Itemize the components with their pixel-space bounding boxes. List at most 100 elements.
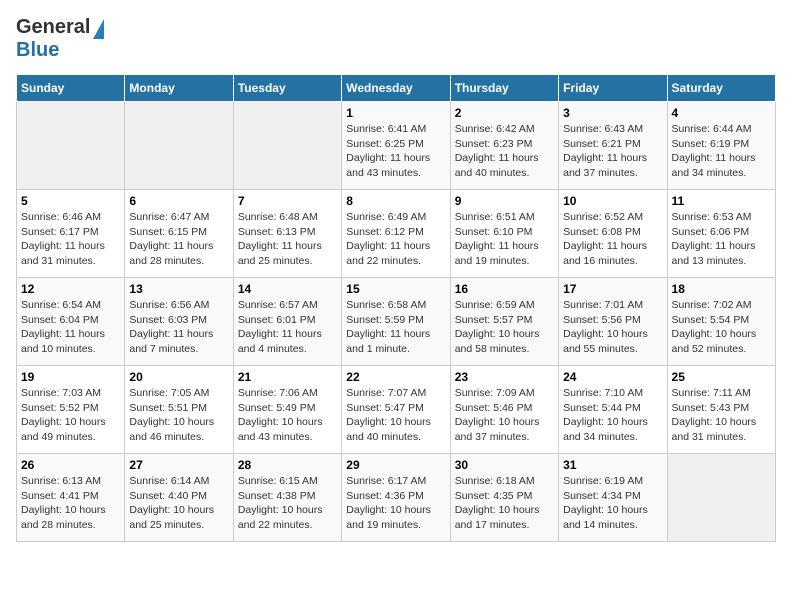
day-of-week-friday: Friday	[559, 75, 667, 102]
day-info: Sunrise: 6:41 AM Sunset: 6:25 PM Dayligh…	[346, 122, 445, 181]
day-info: Sunrise: 6:48 AM Sunset: 6:13 PM Dayligh…	[238, 210, 337, 269]
day-number: 27	[129, 458, 228, 472]
calendar-cell: 1 Sunrise: 6:41 AM Sunset: 6:25 PM Daylig…	[342, 102, 450, 190]
day-info: Sunrise: 6:47 AM Sunset: 6:15 PM Dayligh…	[129, 210, 228, 269]
day-info: Sunrise: 6:49 AM Sunset: 6:12 PM Dayligh…	[346, 210, 445, 269]
day-info: Sunrise: 6:59 AM Sunset: 5:57 PM Dayligh…	[455, 298, 554, 357]
day-of-week-tuesday: Tuesday	[233, 75, 341, 102]
calendar-cell: 27 Sunrise: 6:14 AM Sunset: 4:40 PM Dayli…	[125, 454, 233, 542]
calendar-cell	[17, 102, 125, 190]
calendar-cell: 25Sunrise: 7:11 AM Sunset: 5:43 PM Dayli…	[667, 366, 775, 454]
calendar-table: SundayMondayTuesdayWednesdayThursdayFrid…	[16, 74, 776, 542]
calendar-cell	[125, 102, 233, 190]
day-info: Sunrise: 7:06 AM Sunset: 5:49 PM Dayligh…	[238, 386, 337, 445]
calendar-cell	[667, 454, 775, 542]
day-number: 5	[21, 194, 120, 208]
day-number: 20	[129, 370, 228, 384]
logo-general-text: General	[16, 16, 90, 39]
day-number: 31	[563, 458, 662, 472]
day-number: 6	[129, 194, 228, 208]
calendar-cell: 15Sunrise: 6:58 AM Sunset: 5:59 PM Dayli…	[342, 278, 450, 366]
calendar-cell: 17 Sunrise: 7:01 AM Sunset: 5:56 PM Dayli…	[559, 278, 667, 366]
day-info: Sunrise: 7:03 AM Sunset: 5:52 PM Dayligh…	[21, 386, 120, 445]
calendar-cell: 12Sunrise: 6:54 AM Sunset: 6:04 PM Dayli…	[17, 278, 125, 366]
calendar-cell: 13 Sunrise: 6:56 AM Sunset: 6:03 PM Dayli…	[125, 278, 233, 366]
day-number: 10	[563, 194, 662, 208]
day-number: 22	[346, 370, 445, 384]
calendar-cell: 26Sunrise: 6:13 AM Sunset: 4:41 PM Dayli…	[17, 454, 125, 542]
day-info: Sunrise: 6:53 AM Sunset: 6:06 PM Dayligh…	[672, 210, 771, 269]
day-number: 2	[455, 106, 554, 120]
day-info: Sunrise: 6:57 AM Sunset: 6:01 PM Dayligh…	[238, 298, 337, 357]
calendar-cell: 29 Sunrise: 6:17 AM Sunset: 4:36 PM Dayli…	[342, 454, 450, 542]
day-info: Sunrise: 6:15 AM Sunset: 4:38 PM Dayligh…	[238, 474, 337, 533]
day-number: 24	[563, 370, 662, 384]
calendar-cell: 4 Sunrise: 6:44 AM Sunset: 6:19 PM Daylig…	[667, 102, 775, 190]
day-info: Sunrise: 7:01 AM Sunset: 5:56 PM Dayligh…	[563, 298, 662, 357]
calendar-header: SundayMondayTuesdayWednesdayThursdayFrid…	[17, 75, 776, 102]
calendar-week-4: 19 Sunrise: 7:03 AM Sunset: 5:52 PM Dayli…	[17, 366, 776, 454]
day-info: Sunrise: 6:42 AM Sunset: 6:23 PM Dayligh…	[455, 122, 554, 181]
page-header: General Blue	[16, 16, 776, 62]
calendar-cell: 5 Sunrise: 6:46 AM Sunset: 6:17 PM Daylig…	[17, 190, 125, 278]
day-info: Sunrise: 6:46 AM Sunset: 6:17 PM Dayligh…	[21, 210, 120, 269]
day-number: 9	[455, 194, 554, 208]
calendar-cell: 20 Sunrise: 7:05 AM Sunset: 5:51 PM Dayli…	[125, 366, 233, 454]
calendar-cell: 24Sunrise: 7:10 AM Sunset: 5:44 PM Dayli…	[559, 366, 667, 454]
calendar-week-3: 12Sunrise: 6:54 AM Sunset: 6:04 PM Dayli…	[17, 278, 776, 366]
calendar-cell: 16Sunrise: 6:59 AM Sunset: 5:57 PM Dayli…	[450, 278, 558, 366]
day-of-week-saturday: Saturday	[667, 75, 775, 102]
calendar-cell: 23Sunrise: 7:09 AM Sunset: 5:46 PM Dayli…	[450, 366, 558, 454]
calendar-cell: 2 Sunrise: 6:42 AM Sunset: 6:23 PM Daylig…	[450, 102, 558, 190]
day-number: 29	[346, 458, 445, 472]
day-info: Sunrise: 6:51 AM Sunset: 6:10 PM Dayligh…	[455, 210, 554, 269]
day-of-week-wednesday: Wednesday	[342, 75, 450, 102]
calendar-cell	[233, 102, 341, 190]
day-info: Sunrise: 6:18 AM Sunset: 4:35 PM Dayligh…	[455, 474, 554, 533]
day-info: Sunrise: 6:19 AM Sunset: 4:34 PM Dayligh…	[563, 474, 662, 533]
calendar-cell: 6 Sunrise: 6:47 AM Sunset: 6:15 PM Daylig…	[125, 190, 233, 278]
day-info: Sunrise: 6:56 AM Sunset: 6:03 PM Dayligh…	[129, 298, 228, 357]
logo-blue-text: Blue	[16, 39, 59, 61]
day-info: Sunrise: 6:44 AM Sunset: 6:19 PM Dayligh…	[672, 122, 771, 181]
day-number: 23	[455, 370, 554, 384]
calendar-cell: 22 Sunrise: 7:07 AM Sunset: 5:47 PM Dayli…	[342, 366, 450, 454]
calendar-cell: 3Sunrise: 6:43 AM Sunset: 6:21 PM Daylig…	[559, 102, 667, 190]
day-info: Sunrise: 6:54 AM Sunset: 6:04 PM Dayligh…	[21, 298, 120, 357]
calendar-week-2: 5 Sunrise: 6:46 AM Sunset: 6:17 PM Daylig…	[17, 190, 776, 278]
calendar-week-5: 26Sunrise: 6:13 AM Sunset: 4:41 PM Dayli…	[17, 454, 776, 542]
day-of-week-thursday: Thursday	[450, 75, 558, 102]
day-number: 19	[21, 370, 120, 384]
day-info: Sunrise: 6:17 AM Sunset: 4:36 PM Dayligh…	[346, 474, 445, 533]
day-info: Sunrise: 6:13 AM Sunset: 4:41 PM Dayligh…	[21, 474, 120, 533]
logo: General Blue	[16, 16, 104, 62]
calendar-cell: 18 Sunrise: 7:02 AM Sunset: 5:54 PM Dayli…	[667, 278, 775, 366]
calendar-cell: 21 Sunrise: 7:06 AM Sunset: 5:49 PM Dayli…	[233, 366, 341, 454]
day-number: 8	[346, 194, 445, 208]
day-number: 25	[672, 370, 771, 384]
day-number: 7	[238, 194, 337, 208]
logo-triangle-icon	[93, 19, 104, 39]
day-of-week-sunday: Sunday	[17, 75, 125, 102]
day-info: Sunrise: 6:14 AM Sunset: 4:40 PM Dayligh…	[129, 474, 228, 533]
day-info: Sunrise: 7:07 AM Sunset: 5:47 PM Dayligh…	[346, 386, 445, 445]
day-number: 18	[672, 282, 771, 296]
calendar-cell: 19 Sunrise: 7:03 AM Sunset: 5:52 PM Dayli…	[17, 366, 125, 454]
day-number: 30	[455, 458, 554, 472]
day-info: Sunrise: 6:43 AM Sunset: 6:21 PM Dayligh…	[563, 122, 662, 181]
calendar-cell: 11Sunrise: 6:53 AM Sunset: 6:06 PM Dayli…	[667, 190, 775, 278]
day-number: 15	[346, 282, 445, 296]
days-of-week-row: SundayMondayTuesdayWednesdayThursdayFrid…	[17, 75, 776, 102]
day-info: Sunrise: 7:02 AM Sunset: 5:54 PM Dayligh…	[672, 298, 771, 357]
day-number: 14	[238, 282, 337, 296]
day-number: 21	[238, 370, 337, 384]
day-number: 1	[346, 106, 445, 120]
calendar-cell: 8 Sunrise: 6:49 AM Sunset: 6:12 PM Daylig…	[342, 190, 450, 278]
day-number: 4	[672, 106, 771, 120]
calendar-cell: 28Sunrise: 6:15 AM Sunset: 4:38 PM Dayli…	[233, 454, 341, 542]
calendar-body: 1 Sunrise: 6:41 AM Sunset: 6:25 PM Daylig…	[17, 102, 776, 542]
day-number: 17	[563, 282, 662, 296]
calendar-cell: 30 Sunrise: 6:18 AM Sunset: 4:35 PM Dayli…	[450, 454, 558, 542]
day-number: 13	[129, 282, 228, 296]
day-info: Sunrise: 7:05 AM Sunset: 5:51 PM Dayligh…	[129, 386, 228, 445]
